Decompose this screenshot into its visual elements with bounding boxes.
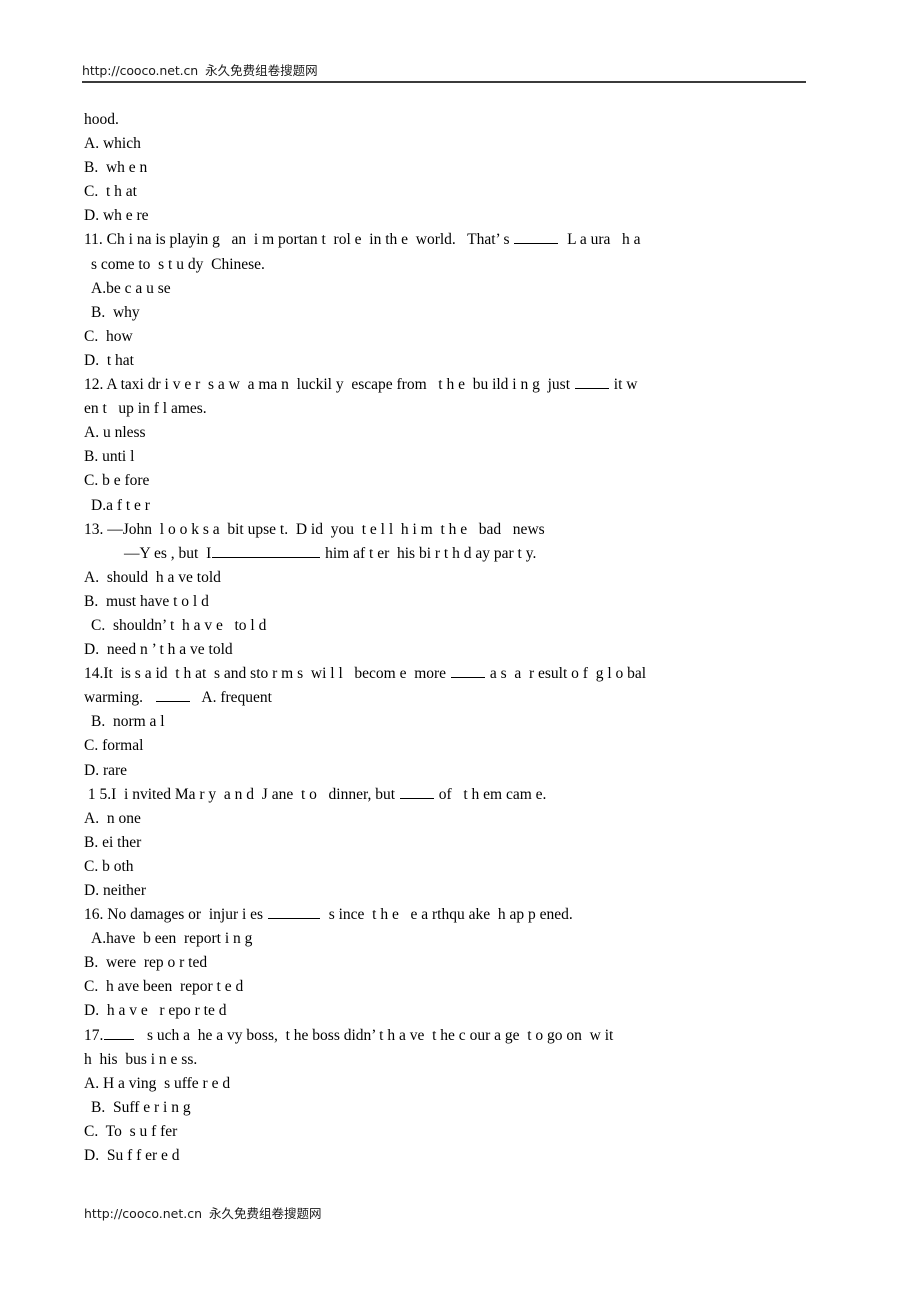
option-item[interactable]: D. wh e re bbox=[84, 204, 844, 228]
option-item[interactable]: D.a f t e r bbox=[84, 494, 844, 518]
header-text-line: http://cooco.net.cn 永久免费组卷搜题网 bbox=[82, 62, 806, 79]
option-item[interactable]: A.have b een report i n g bbox=[84, 927, 844, 951]
option-item[interactable]: A. which bbox=[84, 132, 844, 156]
question-stem-line: 14.It is s a id t h at s and sto r m s w… bbox=[84, 662, 844, 686]
stem-text: 12. A taxi dr i v e r s a w a ma n lucki… bbox=[84, 376, 574, 394]
option-item[interactable]: C. t h at bbox=[84, 180, 844, 204]
option-item[interactable]: C. To s u f fer bbox=[84, 1120, 844, 1144]
option-item[interactable]: D. need n ’ t h a ve told bbox=[84, 638, 844, 662]
option-item[interactable]: C. b e fore bbox=[84, 469, 844, 493]
header-url[interactable]: http://cooco.net.cn bbox=[82, 63, 198, 78]
question-stem-line: 1 5.I i nvited Ma r y a n d J ane t o di… bbox=[84, 783, 844, 807]
stem-text: a s a r esult o f g l o bal bbox=[485, 665, 647, 683]
answer-blank[interactable] bbox=[514, 230, 559, 245]
answer-blank[interactable] bbox=[212, 544, 321, 558]
stem-text: 16. No damages or injur i es bbox=[84, 906, 267, 924]
option-item[interactable]: D. rare bbox=[84, 759, 844, 783]
stem-text: 11. Ch i na is playin g an i m portan t … bbox=[84, 231, 514, 249]
option-item[interactable]: B. were rep o r ted bbox=[84, 951, 844, 975]
option-item[interactable]: D. h a v e r epo r te d bbox=[84, 999, 844, 1023]
header-site-name: 永久免费组卷搜题网 bbox=[205, 63, 318, 78]
footer-url[interactable]: http://cooco.net.cn bbox=[84, 1206, 202, 1221]
stem-text: L a ura h a bbox=[559, 231, 641, 249]
answer-blank[interactable] bbox=[155, 688, 190, 703]
option-item[interactable]: B. ei ther bbox=[84, 831, 844, 855]
question-stem-line: en t up in f l ames. bbox=[84, 400, 207, 418]
option-item[interactable]: B. why bbox=[84, 301, 844, 325]
document-page: http://cooco.net.cn 永久免费组卷搜题网 hood. A. wh… bbox=[0, 0, 920, 1302]
stem-text: him af t er his bi r t h d ay par t y. bbox=[321, 544, 537, 562]
question-stem-line: 13. —John l o o k s a bit upse t. D id y… bbox=[84, 520, 545, 538]
option-item[interactable]: A. n one bbox=[84, 807, 844, 831]
stem-text: of t h em cam e. bbox=[434, 785, 547, 803]
option-inline[interactable]: A. frequent bbox=[191, 689, 272, 706]
option-item[interactable]: B. norm a l bbox=[84, 710, 844, 734]
answer-blank[interactable] bbox=[267, 905, 320, 920]
question-stem-line: —Y es , but I him af t er his bi r t h d… bbox=[84, 542, 844, 566]
page-footer: http://cooco.net.cn 永久免费组卷搜题网 bbox=[84, 1205, 808, 1222]
answer-blank[interactable] bbox=[104, 1026, 135, 1040]
answer-blank[interactable] bbox=[399, 785, 434, 799]
stem-text: s ince t h e e a rthqu ake h ap p ened. bbox=[320, 906, 573, 924]
document-body: hood. A. which B. wh e n C. t h at D. wh… bbox=[84, 108, 844, 1168]
question-stem-line: warming. A. frequent bbox=[84, 686, 844, 710]
stem-text: —Y es , but I bbox=[124, 544, 212, 562]
option-item[interactable]: C. h ave been repor t e d bbox=[84, 975, 844, 999]
option-item[interactable]: B. wh e n bbox=[84, 156, 844, 180]
carryover-line: hood. bbox=[84, 111, 119, 128]
question-stem-line: 12. A taxi dr i v e r s a w a ma n lucki… bbox=[84, 373, 844, 397]
stem-text: 1 5.I i nvited Ma r y a n d J ane t o di… bbox=[84, 785, 399, 803]
option-item[interactable]: A. u nless bbox=[84, 421, 844, 445]
stem-text: warming. bbox=[84, 689, 155, 707]
option-item[interactable]: C. b oth bbox=[84, 855, 844, 879]
answer-blank[interactable] bbox=[574, 375, 609, 390]
option-item[interactable]: A.be c a u se bbox=[84, 277, 844, 301]
page-header: http://cooco.net.cn 永久免费组卷搜题网 bbox=[82, 62, 806, 83]
option-item[interactable]: D. Su f f er e d bbox=[84, 1144, 844, 1168]
stem-text: s uch a he a vy boss, t he boss didn’ t … bbox=[135, 1026, 614, 1044]
question-stem-line: 16. No damages or injur i es s ince t h … bbox=[84, 903, 844, 927]
option-item[interactable]: A. H a ving s uffe r e d bbox=[84, 1072, 844, 1096]
option-item[interactable]: C. how bbox=[84, 325, 844, 349]
option-item[interactable]: D. neither bbox=[84, 879, 844, 903]
header-divider bbox=[82, 81, 806, 83]
stem-text: 17. bbox=[84, 1026, 104, 1044]
option-item[interactable]: B. unti l bbox=[84, 445, 844, 469]
option-item[interactable]: D. t hat bbox=[84, 349, 844, 373]
question-stem-line: s come to s t u dy Chinese. bbox=[91, 255, 265, 273]
answer-blank[interactable] bbox=[450, 664, 485, 679]
option-item[interactable]: B. must have t o l d bbox=[84, 590, 844, 614]
footer-site-name: 永久免费组卷搜题网 bbox=[209, 1206, 322, 1221]
option-item[interactable]: C. shouldn’ t h a v e to l d bbox=[84, 614, 844, 638]
question-stem-line: h his bus i n e ss. bbox=[84, 1050, 198, 1068]
option-item[interactable]: C. formal bbox=[84, 734, 844, 758]
stem-text: 14.It is s a id t h at s and sto r m s w… bbox=[84, 665, 450, 683]
question-stem-line: 17. s uch a he a vy boss, t he boss didn… bbox=[84, 1024, 844, 1048]
stem-text: it w bbox=[609, 376, 638, 394]
question-stem-line: 11. Ch i na is playin g an i m portan t … bbox=[84, 228, 844, 252]
option-item[interactable]: B. Suff e r i n g bbox=[84, 1096, 844, 1120]
footer-text-line: http://cooco.net.cn 永久免费组卷搜题网 bbox=[84, 1205, 808, 1222]
option-item[interactable]: A. should h a ve told bbox=[84, 566, 844, 590]
